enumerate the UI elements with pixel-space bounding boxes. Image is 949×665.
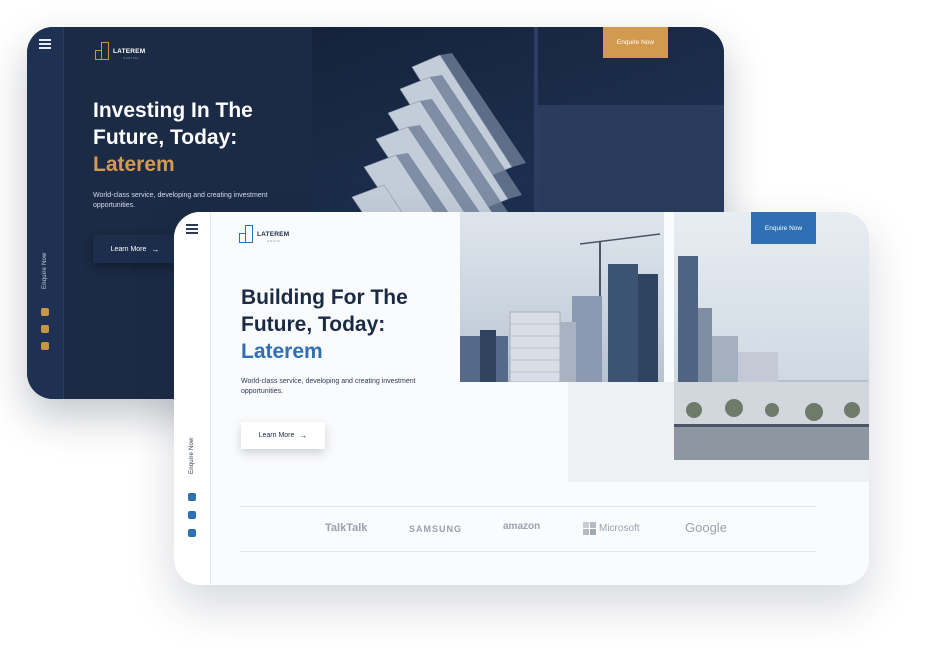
learn-more-label: Learn More [258,432,295,439]
sidebar: Enquire Now [174,212,211,585]
brand-logo[interactable]: LATEREM CAPITAL [95,40,145,60]
instagram-icon[interactable] [41,308,49,316]
brand-logo[interactable]: LATEREM GROUP [239,223,289,243]
facebook-icon[interactable] [188,511,196,519]
enquire-now-vertical-link[interactable]: Enquire Now [42,252,48,289]
samsung-logo: SAMSUNG [409,524,463,534]
logo-icon [239,223,255,243]
enquire-now-button[interactable]: Enquire Now [751,212,816,244]
brand-name: LATEREM [113,48,146,55]
learn-more-button[interactable]: Learn More → [241,422,325,449]
talktalk-logo: TalkTalk [325,522,368,534]
instagram-icon[interactable] [188,493,196,501]
learn-more-label: Learn More [110,245,147,253]
headline-line-1: Building For The [241,286,408,309]
linkedin-icon[interactable] [41,342,49,350]
construction-photo [460,212,664,382]
microsoft-grid-icon [583,522,596,535]
arrow-right-icon: → [299,431,308,440]
brand-subtitle: GROUP [267,238,282,243]
light-theme-preview-card: Enquire Now LATEREM GROUP Enquire Now Bu… [174,212,869,585]
headline-line-1: Investing In The [93,99,253,122]
headline-accent: Laterem [241,340,323,363]
enquire-now-button[interactable]: Enquire Now [603,27,668,58]
headline-line-2: Future, Today: [93,126,238,149]
microsoft-label: Microsoft [599,523,640,534]
brand-subtitle: CAPITAL [123,55,140,60]
microsoft-logo: Microsoft [583,522,640,535]
facebook-icon[interactable] [41,325,49,333]
brand-name: LATEREM [257,231,290,238]
hero-headline: Building For The Future, Today: Laterem [241,284,461,365]
headline-line-2: Future, Today: [241,313,386,336]
partner-logo-strip: TalkTalk SAMSUNG amazon Microsoft Google [240,506,816,552]
google-logo: Google [685,520,727,535]
menu-icon[interactable] [39,39,51,49]
amazon-logo: amazon [503,521,541,532]
sidebar: Enquire Now [27,27,64,399]
learn-more-button[interactable]: Learn More → [93,235,177,263]
menu-icon[interactable] [186,224,198,234]
headline-accent: Laterem [93,153,175,176]
enquire-now-vertical-link[interactable]: Enquire Now [189,437,195,474]
linkedin-icon[interactable] [188,529,196,537]
hero-headline: Investing In The Future, Today: Laterem [93,97,313,178]
city-river-photo [674,212,869,460]
hero-subtext: World-class service, developing and crea… [241,378,416,395]
city-illustration [674,256,869,460]
logo-icon [95,40,111,60]
arrow-right-icon: → [151,244,160,254]
hero-subtext: World-class service, developing and crea… [93,192,268,209]
skyline-illustration [460,233,661,382]
